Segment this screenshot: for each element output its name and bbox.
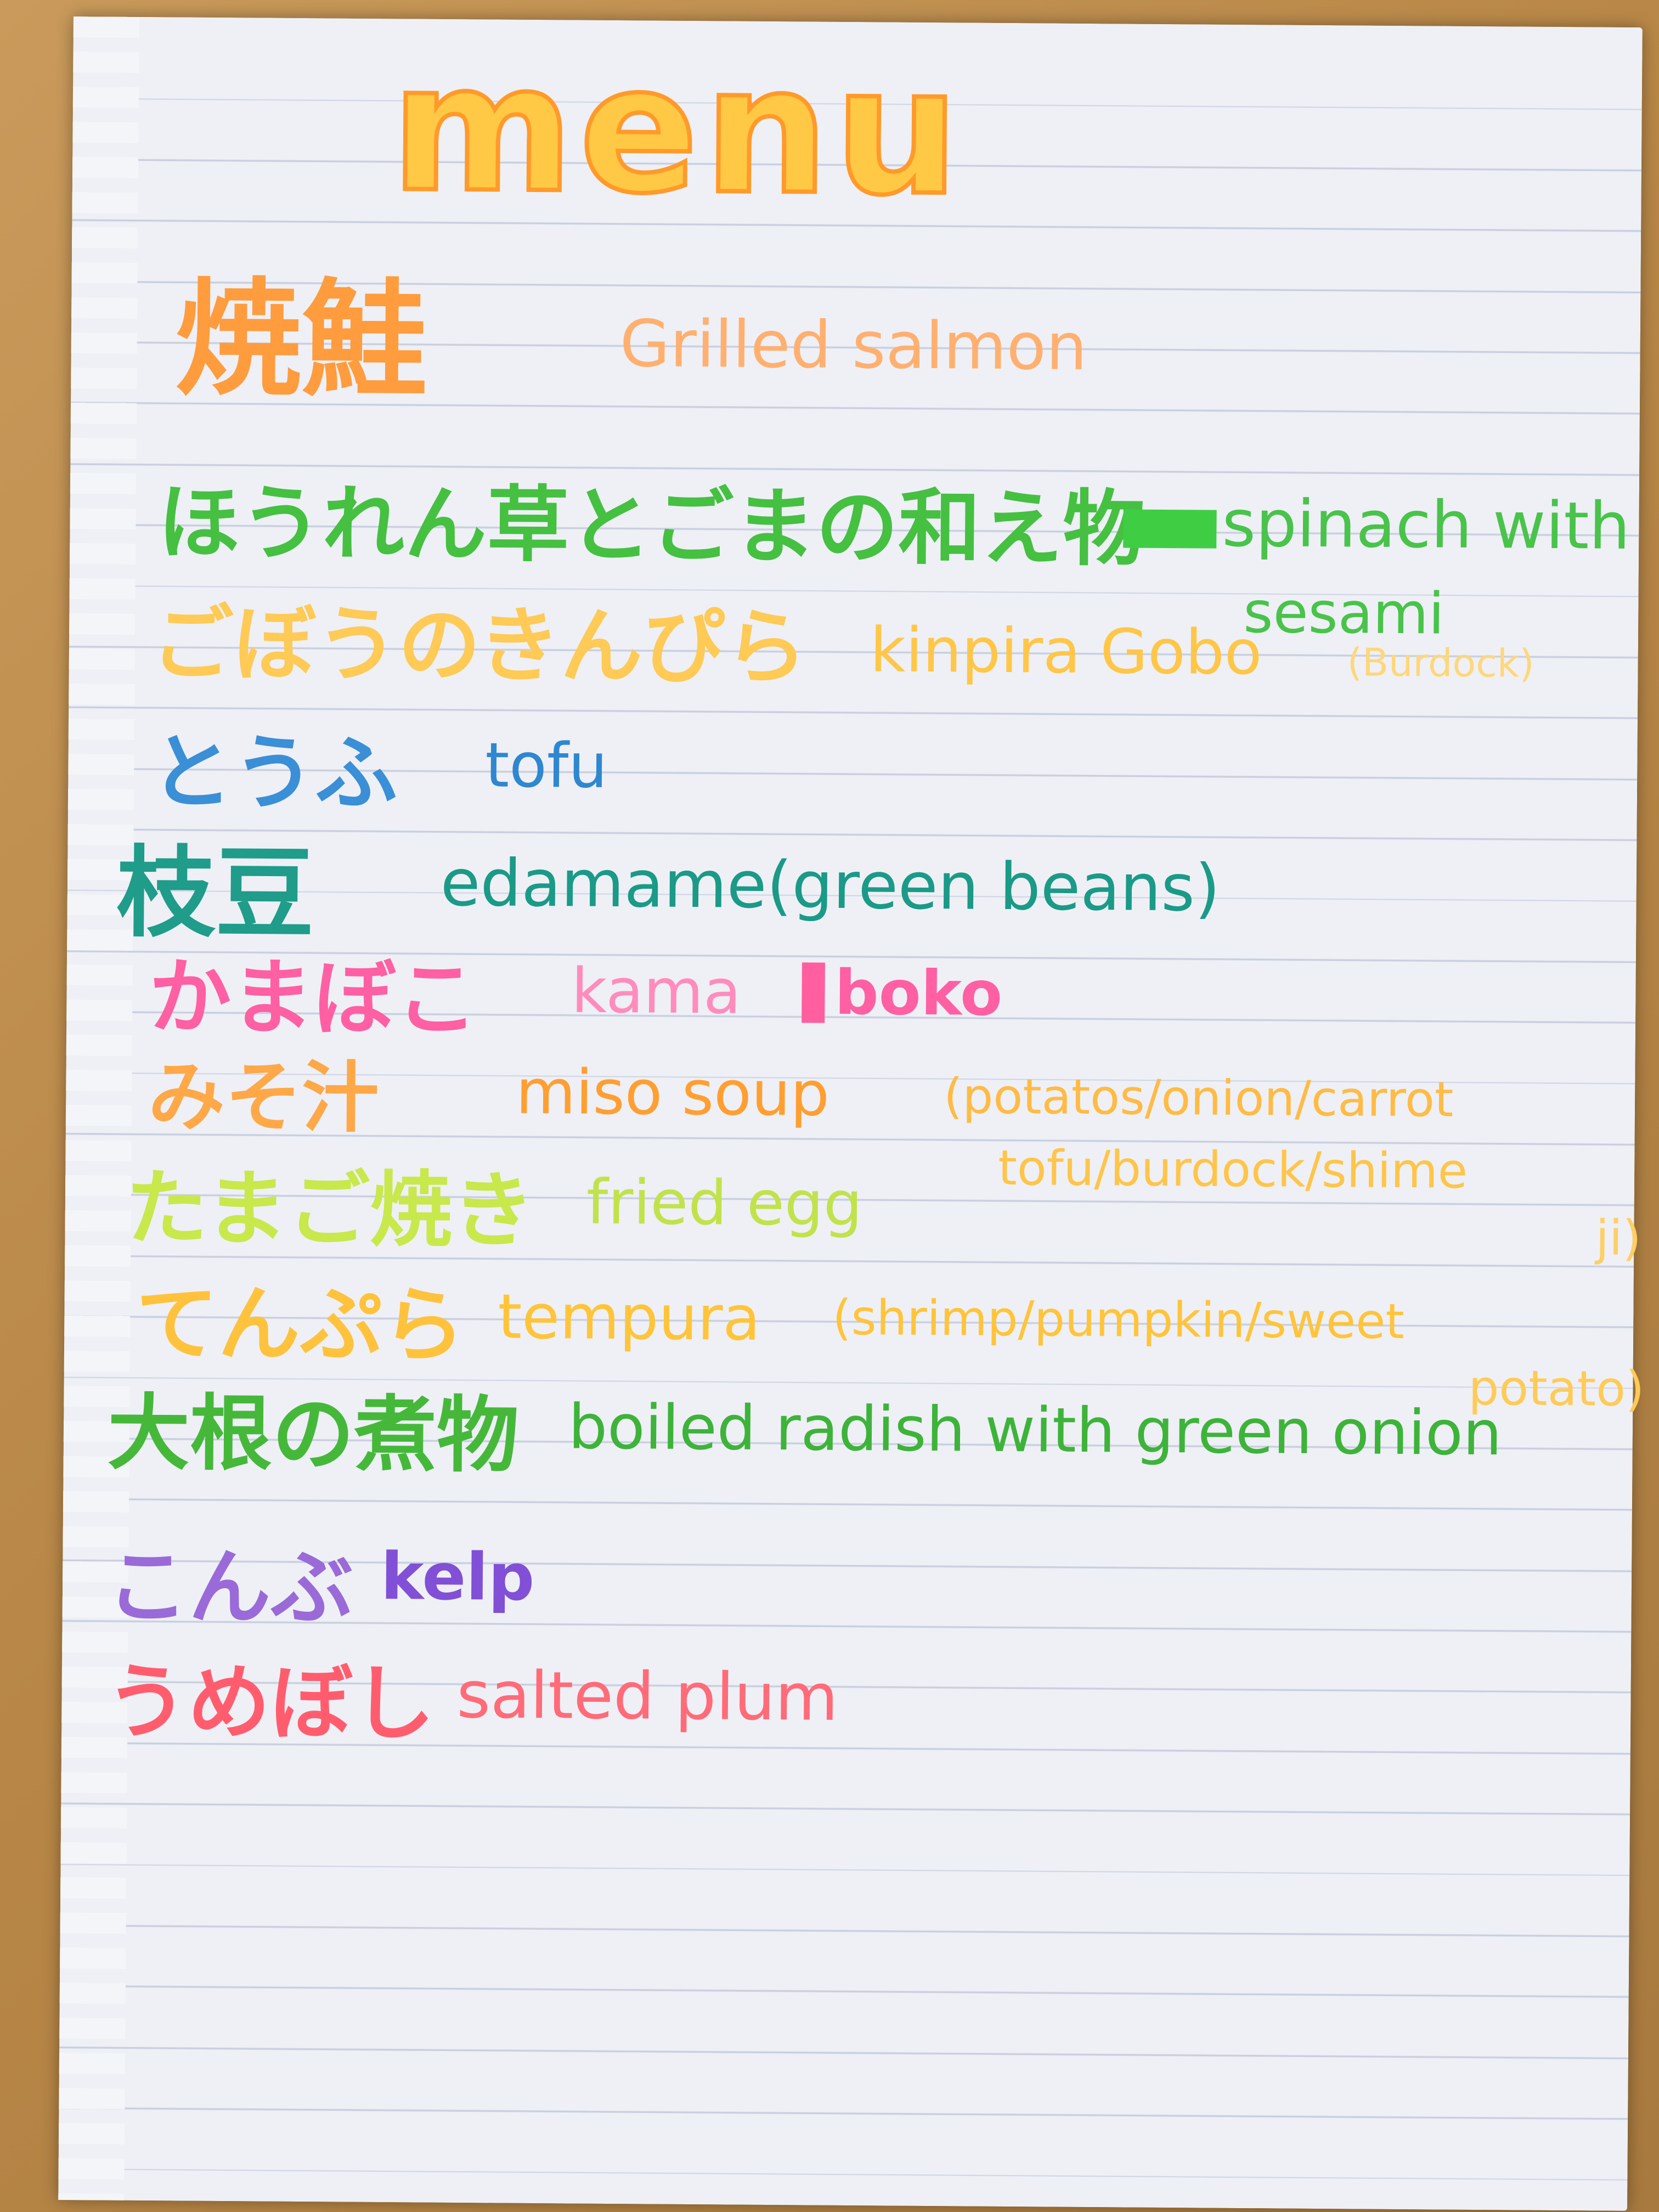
- list-item-edamame: 枝豆 edamame(green beans): [68, 812, 1637, 952]
- list-item-kelp: こんぶ kelp: [63, 1520, 1632, 1637]
- item-en-label: kelp: [380, 1538, 535, 1615]
- item-jp-label: こんぶ: [106, 1539, 354, 1637]
- pink-marker-smudge: [802, 962, 825, 1023]
- item-en-continuation: sesami: [1243, 578, 1445, 647]
- list-item-grilled-salmon: 焼鮭 Grilled salmon: [72, 236, 1641, 414]
- item-en-continuation: (potatos/onion/carrot: [943, 1068, 1454, 1128]
- item-jp-label: 大根の煮物: [107, 1385, 520, 1484]
- list-item-tempura: てんぷら tempura (shrimp/pumpkin/sweet potat…: [65, 1256, 1645, 1417]
- item-en-continuation: (shrimp/pumpkin/sweet: [832, 1289, 1405, 1350]
- item-en-label: miso soup: [515, 1056, 830, 1130]
- item-en-label: edamame(green beans): [440, 844, 1221, 926]
- item-en-label: spinach with: [1222, 485, 1630, 564]
- item-jp-label: 焼鮭: [174, 266, 428, 415]
- list-item-tofu: とうふ tofu: [69, 705, 1638, 822]
- green-marker-smudge: [1123, 509, 1217, 549]
- item-jp-label: ごぼうのきんぴら: [151, 596, 808, 696]
- item-en-continuation: tofu/burdock/shime: [997, 1139, 1468, 1199]
- item-en-label: boiled radish with green onion: [568, 1391, 1503, 1470]
- item-en-label: kinpira Gobo: [870, 614, 1262, 689]
- item-jp-label: ほうれん草とごまの和え物: [157, 475, 1146, 578]
- item-en-label: fried egg: [586, 1166, 863, 1240]
- item-jp-label: みそ汁: [148, 1052, 379, 1143]
- item-en-continuation: ji): [1595, 1209, 1642, 1267]
- item-jp-label: とうふ: [150, 725, 398, 822]
- notebook-page: menu 焼鮭 Grilled salmon ほうれん草とごまの和え物 spin…: [58, 16, 1645, 2211]
- list-item-salted-plum: うめぼし salted plum: [62, 1635, 1631, 1752]
- item-en-label-bold: boko: [834, 957, 1003, 1030]
- list-item-miso-soup: みそ汁 miso soup (potatos/onion/carrot tofu…: [66, 1034, 1641, 1266]
- item-jp-label: うめぼし: [105, 1654, 436, 1752]
- item-jp-label: かまぼこ: [148, 950, 479, 1048]
- list-item-spinach: ほうれん草とごまの和え物 spinach with sesami: [70, 455, 1639, 647]
- list-item-boiled-radish: 大根の煮物 boiled radish with green onion: [64, 1366, 1633, 1484]
- menu-title: menu: [388, 24, 968, 236]
- spiral-binding-edge: [58, 16, 139, 2200]
- item-en-label: salted plum: [456, 1657, 839, 1735]
- item-en-label: kama: [571, 955, 742, 1028]
- item-jp-label: てんぷら: [135, 1276, 465, 1374]
- item-en-label: Grilled salmon: [619, 306, 1088, 385]
- item-en-label: tofu: [484, 730, 608, 802]
- list-item-kamaboko: かまぼこ kama boko: [67, 930, 1636, 1047]
- item-jp-label: たまご焼き: [125, 1160, 535, 1259]
- item-en-continuation: (Burdock): [1347, 640, 1534, 686]
- item-en-label: tempura: [497, 1281, 761, 1355]
